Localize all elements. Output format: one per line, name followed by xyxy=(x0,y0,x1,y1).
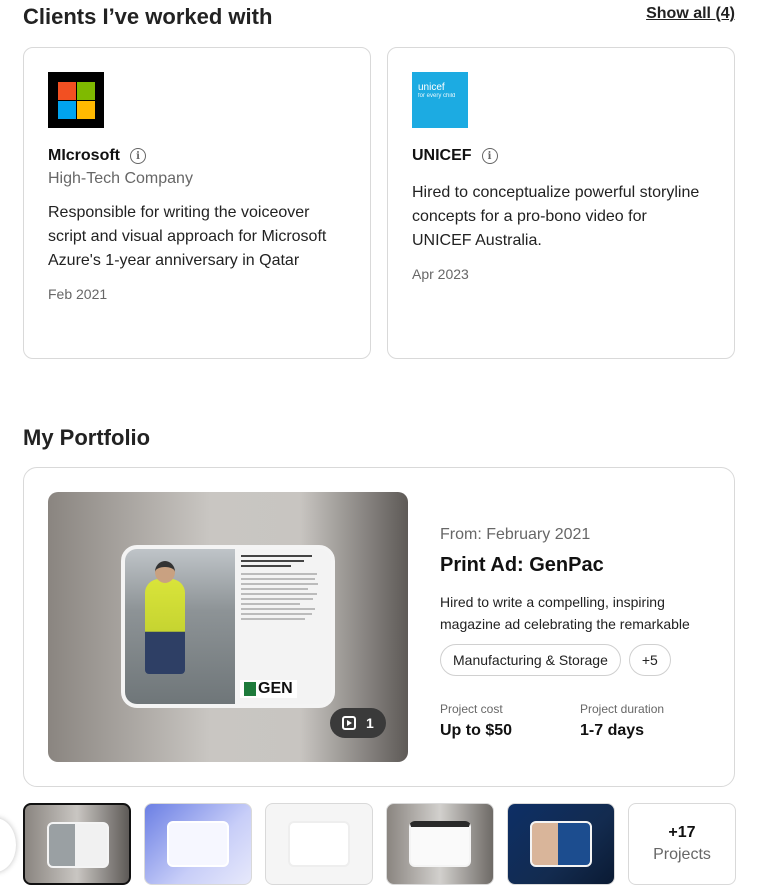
media-count-badge: 1 xyxy=(330,708,386,738)
client-date: Feb 2021 xyxy=(48,286,108,302)
client-description: Hired to conceptualize powerful storylin… xyxy=(412,184,700,249)
project-date: From: February 2021 xyxy=(440,526,591,543)
client-description: Responsible for writing the voiceover sc… xyxy=(48,204,327,269)
thumbnail-preview xyxy=(288,821,350,867)
genpac-logo: GEN xyxy=(240,680,297,698)
unicef-logo: unicef for every child xyxy=(412,72,468,128)
more-projects-label: Projects xyxy=(653,846,711,863)
project-title[interactable]: Print Ad: GenPac xyxy=(440,554,720,577)
project-cost-label: Project cost xyxy=(440,702,503,716)
project-cover-image[interactable]: GEN 1 xyxy=(48,492,408,762)
print-ad-preview: GEN xyxy=(121,545,335,708)
media-gallery-icon xyxy=(342,716,356,730)
thumbnail-preview xyxy=(530,821,592,867)
logo-square-red xyxy=(57,81,76,100)
portfolio-thumbnail-1[interactable] xyxy=(23,803,131,885)
featured-project-card[interactable]: GEN 1 From: February 2021 Print Ad: GenP… xyxy=(23,467,735,787)
portfolio-thumbnail-2[interactable] xyxy=(144,803,252,885)
unicef-logo-text: unicef xyxy=(418,82,445,93)
tag-manufacturing-storage[interactable]: Manufacturing & Storage xyxy=(440,644,621,676)
project-cost-value: Up to $50 xyxy=(440,722,513,739)
portfolio-section-title: My Portfolio xyxy=(23,425,151,450)
client-type: High-Tech Company xyxy=(48,170,193,187)
clients-section-title: Clients I’ve worked with xyxy=(23,4,273,29)
thumbnail-preview xyxy=(47,822,109,868)
logo-square-blue xyxy=(57,100,76,119)
project-duration-value: 1-7 days xyxy=(580,722,645,739)
carousel-prev-button[interactable] xyxy=(0,818,16,872)
client-name-row: MIcrosoft i xyxy=(48,145,346,167)
media-count: 1 xyxy=(366,715,374,731)
portfolio-thumbnail-5[interactable] xyxy=(507,803,615,885)
client-name: UNICEF xyxy=(412,147,472,164)
client-name: MIcrosoft xyxy=(48,147,120,164)
worker-photo xyxy=(125,549,235,704)
info-icon[interactable]: i xyxy=(481,148,498,164)
logo-square-green xyxy=(76,81,95,100)
genpac-logo-text: GEN xyxy=(258,680,293,697)
portfolio-thumbnail-3[interactable] xyxy=(265,803,373,885)
more-projects-button[interactable]: +17 Projects xyxy=(628,803,736,885)
unicef-logo-subtext: for every child xyxy=(418,93,456,99)
info-icon[interactable]: i xyxy=(130,148,146,164)
thumbnail-preview xyxy=(409,821,471,867)
portfolio-thumbnails: +17 Projects xyxy=(23,803,736,885)
project-info: From: February 2021 Print Ad: GenPac Hir… xyxy=(440,526,720,740)
project-cost: Project cost Up to $50 xyxy=(440,702,580,740)
worker-head xyxy=(155,561,175,583)
worker-figure xyxy=(145,579,185,674)
project-description: Hired to write a compelling, inspiring m… xyxy=(440,591,720,635)
project-stats: Project cost Up to $50 Project duration … xyxy=(440,702,720,740)
client-name-row: UNICEF i xyxy=(412,145,710,167)
project-description-text: Hired to write a compelling, inspiring m… xyxy=(440,594,690,632)
microsoft-logo xyxy=(48,72,104,128)
more-tags-badge[interactable]: +5 xyxy=(628,644,671,676)
logo-square-yellow xyxy=(76,100,95,119)
client-card-microsoft: MIcrosoft i High-Tech Company Responsibl… xyxy=(23,47,371,359)
show-all-clients-link[interactable]: Show all (4) xyxy=(646,5,735,23)
client-card-unicef: unicef for every child UNICEF i Hired to… xyxy=(387,47,735,359)
thumbnail-preview xyxy=(167,821,229,867)
portfolio-thumbnail-4[interactable] xyxy=(386,803,494,885)
project-duration: Project duration 1-7 days xyxy=(580,702,720,740)
more-projects-count: +17 xyxy=(668,824,696,841)
client-date: Apr 2023 xyxy=(412,266,469,282)
project-tags: Manufacturing & Storage +5 xyxy=(440,644,720,676)
project-duration-label: Project duration xyxy=(580,702,665,716)
